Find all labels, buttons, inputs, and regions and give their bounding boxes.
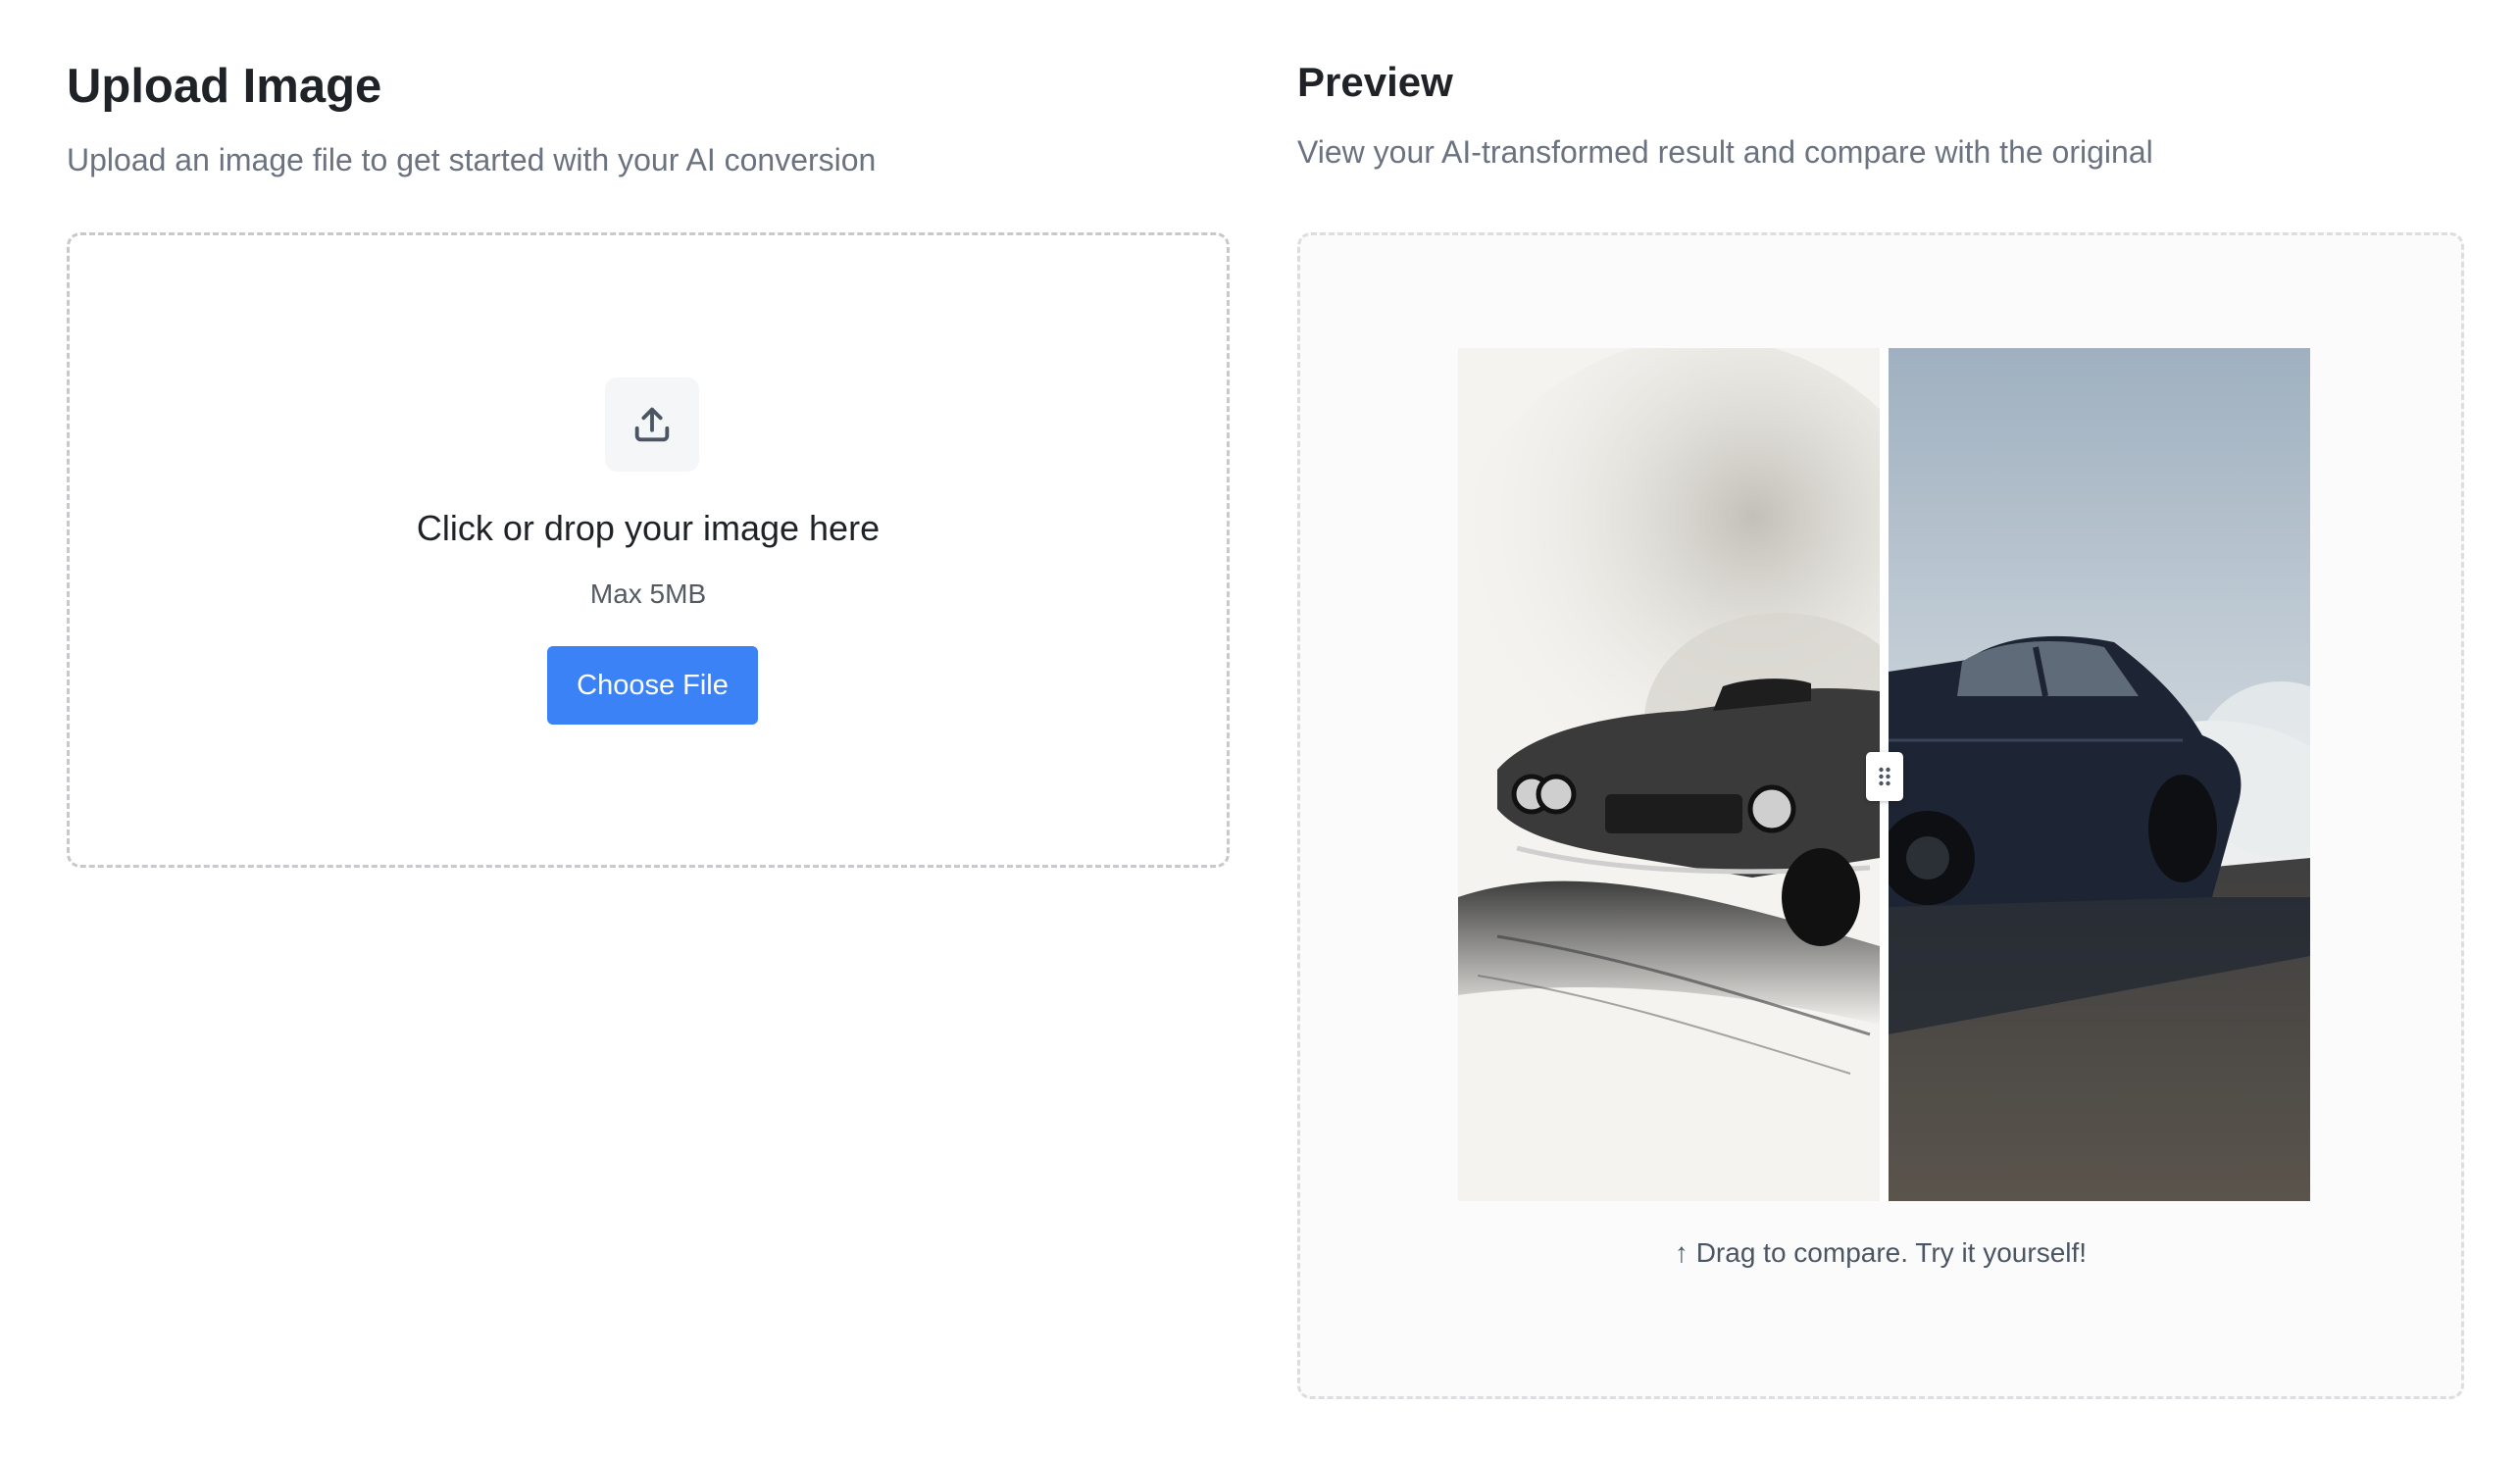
upload-subtitle: Upload an image file to get started with…	[67, 142, 877, 177]
dropzone-title: Click or drop your image here	[416, 508, 881, 548]
choose-file-button[interactable]: Choose File	[547, 646, 758, 725]
drag-handle-icon[interactable]	[1866, 752, 1903, 801]
dropzone-size-limit: Max 5MB	[589, 578, 707, 609]
preview-title: Preview	[1297, 59, 1453, 105]
ai-result-image	[1881, 348, 2310, 1201]
image-dropzone[interactable]: Click or drop your image here Max 5MB Ch…	[67, 232, 1230, 868]
upload-icon	[605, 377, 699, 472]
before-after-comparison[interactable]	[1458, 348, 2310, 1201]
compare-hint: ↑ Drag to compare. Try it yourself!	[1674, 1237, 2088, 1268]
sketch-image	[1458, 348, 1958, 1201]
upload-title: Upload Image	[67, 60, 382, 113]
preview-container: ↑ Drag to compare. Try it yourself!	[1297, 232, 2464, 1399]
preview-subtitle: View your AI-transformed result and comp…	[1297, 134, 2153, 170]
